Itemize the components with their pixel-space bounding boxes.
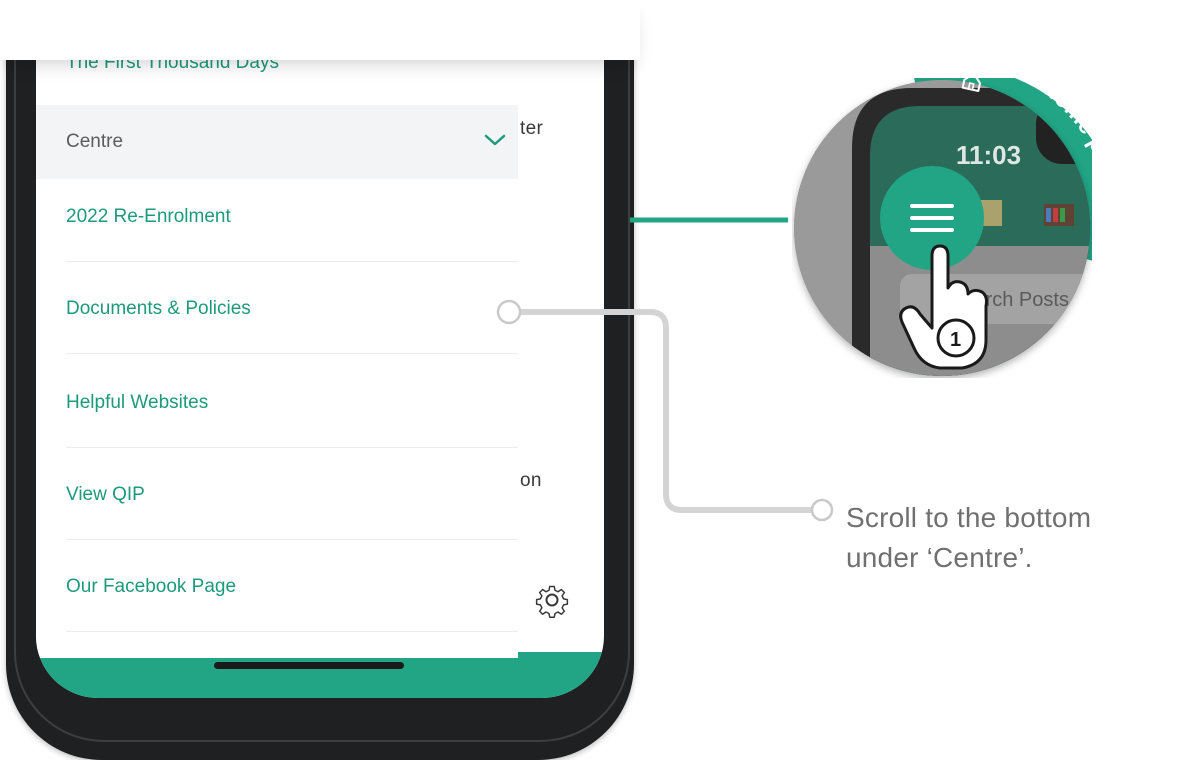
callout-instruction: Scroll to the bottom under ‘Centre’. [846, 498, 1091, 578]
step-number: 1 [950, 329, 961, 351]
callout-end-dot [810, 498, 834, 522]
callout-anchor-dot [496, 299, 522, 325]
status-time: 11:03 [956, 140, 1021, 170]
zoom-magnifier: Search Posts 11:03 1 from home page [794, 78, 1092, 376]
callout-line-1: Scroll to the bottom [846, 502, 1092, 533]
callout-line-2: under ‘Centre’. [846, 542, 1033, 573]
callout-connector-line [517, 309, 821, 513]
